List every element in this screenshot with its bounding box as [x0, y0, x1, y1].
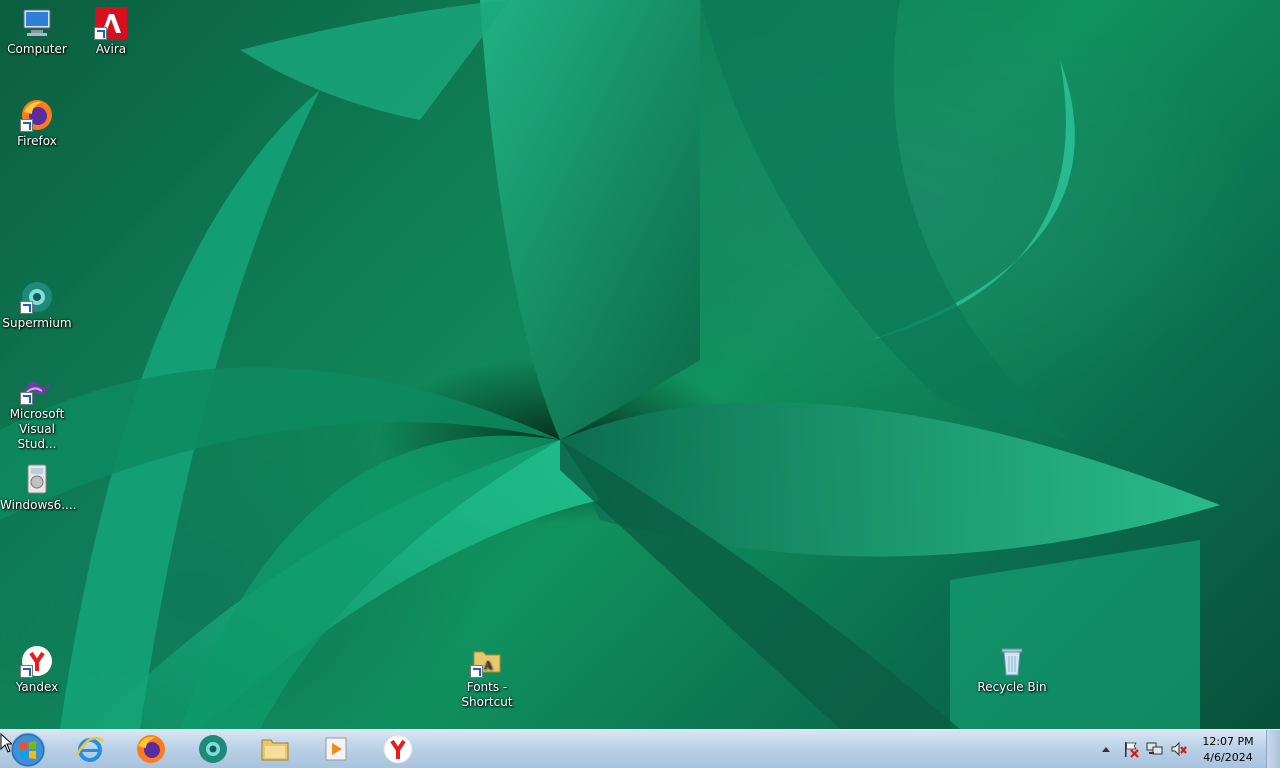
desktop-icon-label: Firefox — [17, 134, 57, 148]
wallpaper-leaves — [0, 0, 1220, 729]
computer-icon — [20, 6, 54, 40]
start-button[interactable] — [6, 730, 46, 768]
desktop-icon-yandex[interactable]: Yandex — [0, 638, 74, 695]
desktop-icon-label: Windows6.... — [0, 498, 77, 512]
show-hidden-icons-button[interactable] — [1100, 740, 1112, 758]
desktop-icon-label: Fonts - Shortcut — [461, 680, 513, 709]
mouse-cursor — [0, 733, 12, 753]
desktop-icon-label: Avira — [95, 42, 127, 56]
system-clock[interactable]: 12:07 PM 4/6/2024 — [1196, 734, 1260, 766]
windows-start-orb-icon — [10, 732, 46, 768]
desktop-icon-label: Microsoft Visual Stud... — [9, 407, 65, 451]
taskbar-firefox[interactable] — [129, 732, 173, 766]
desktop-icon-supermium[interactable]: Supermium — [0, 274, 74, 331]
installer-icon — [20, 462, 54, 496]
desktop[interactable]: Computer Avira Firefox Supermium Microso… — [0, 0, 1280, 729]
show-hidden-icons-arrow — [1102, 747, 1110, 752]
network-icon[interactable] — [1146, 740, 1164, 758]
desktop-icon-label: Yandex — [15, 680, 59, 694]
desktop-icon-windows-installer[interactable]: Windows6.... — [0, 456, 77, 513]
action-center-flag-icon[interactable] — [1122, 740, 1140, 758]
clock-time: 12:07 PM — [1202, 735, 1254, 748]
taskbar-windows-explorer[interactable] — [253, 732, 297, 766]
clock-date: 4/6/2024 — [1203, 751, 1253, 764]
media-player-icon — [325, 737, 347, 761]
firefox-icon — [137, 735, 165, 763]
folder-explorer-icon — [261, 739, 289, 761]
yandex-icon — [20, 644, 54, 678]
supermium-icon — [199, 735, 227, 763]
taskbar[interactable]: 12:07 PM 4/6/2024 — [0, 729, 1280, 768]
show-desktop-button[interactable] — [1266, 730, 1280, 768]
yandex-icon — [383, 734, 413, 764]
desktop-icon-label: Computer — [7, 42, 67, 56]
desktop-icon-visual-studio[interactable]: Microsoft Visual Stud... — [0, 365, 74, 452]
taskbar-supermium[interactable] — [191, 732, 235, 766]
volume-muted-icon[interactable] — [1170, 740, 1188, 758]
desktop-icon-firefox[interactable]: Firefox — [0, 92, 74, 149]
desktop-icon-avira[interactable]: Avira — [74, 0, 148, 57]
desktop-icon-label: Recycle Bin — [977, 680, 1047, 694]
internet-explorer-icon — [75, 736, 104, 762]
recycle-bin-icon — [995, 644, 1029, 678]
avira-icon — [94, 6, 128, 40]
firefox-icon — [20, 98, 54, 132]
desktop-icon-computer[interactable]: Computer — [0, 0, 74, 57]
taskbar-internet-explorer[interactable] — [68, 732, 112, 766]
taskbar-yandex[interactable] — [376, 732, 420, 766]
supermium-icon — [20, 280, 54, 314]
svg-text:A: A — [483, 659, 493, 672]
desktop-icon-label: Supermium — [2, 316, 72, 330]
visual-studio-icon — [20, 371, 54, 405]
fonts-folder-icon: A — [470, 644, 504, 678]
taskbar-media-player[interactable] — [314, 732, 358, 766]
desktop-icon-recycle-bin[interactable]: Recycle Bin — [975, 638, 1049, 695]
desktop-icon-fonts-shortcut[interactable]: A Fonts - Shortcut — [450, 638, 524, 710]
